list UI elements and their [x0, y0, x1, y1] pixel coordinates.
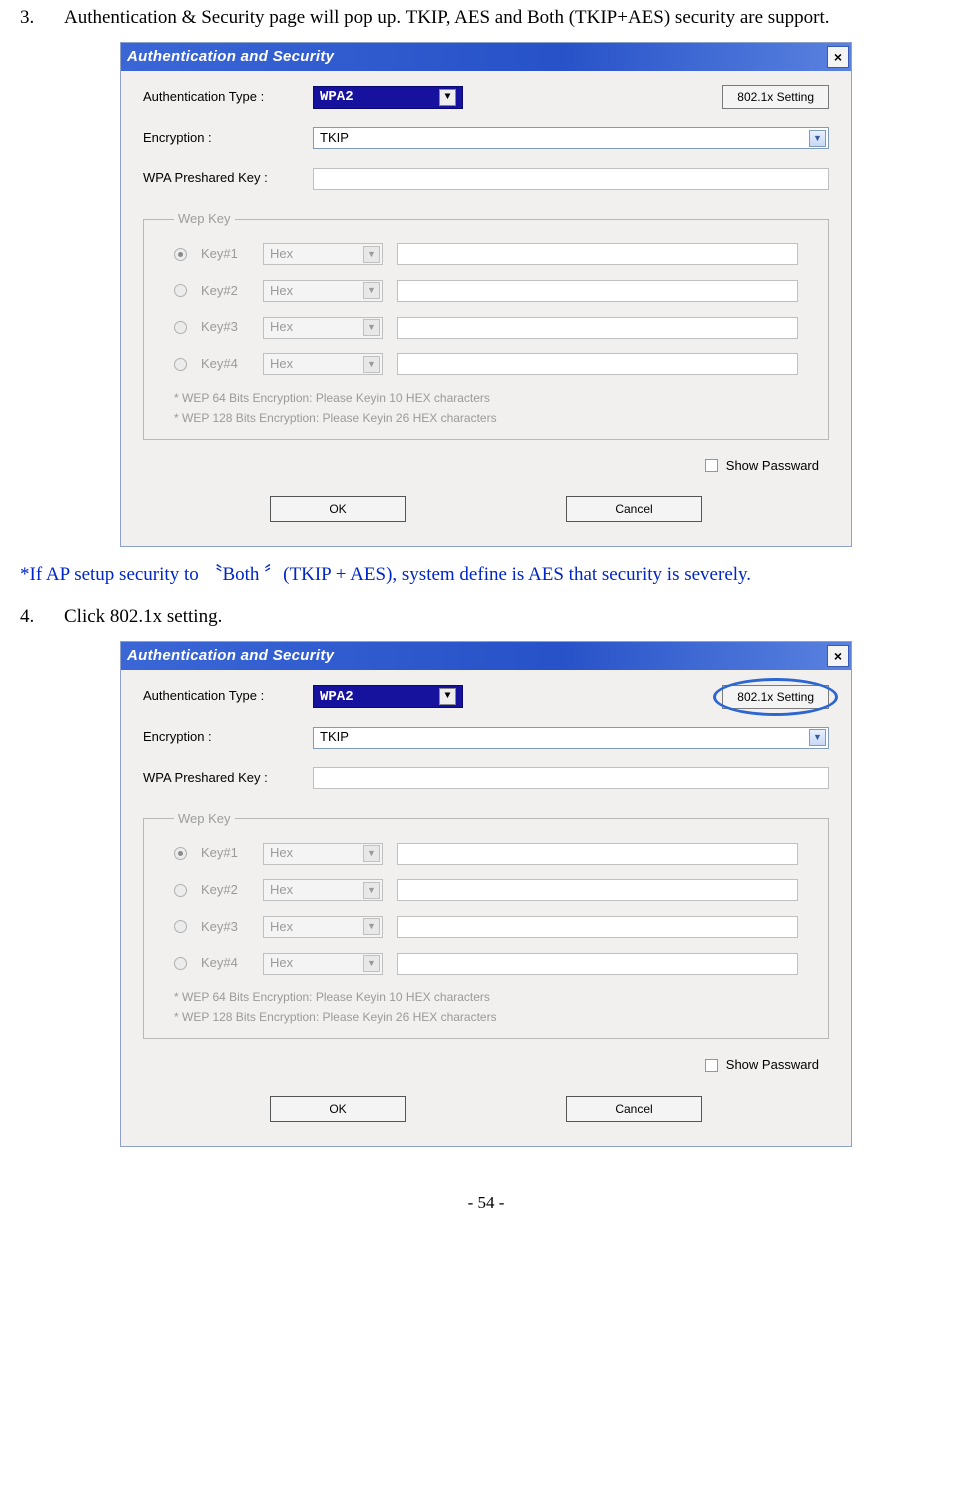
- ok-button[interactable]: OK: [270, 1096, 406, 1122]
- chevron-down-icon: ▼: [363, 356, 380, 373]
- chevron-down-icon: ▼: [363, 955, 380, 972]
- wep-key1-format: Hex▼: [263, 843, 383, 865]
- page-number: - 54 -: [20, 1187, 952, 1219]
- wep-key3-radio: [174, 920, 187, 933]
- wep-key3-label: Key#3: [201, 315, 249, 340]
- wep-key2-radio: [174, 284, 187, 297]
- step-3-text: Authentication & Security page will pop …: [64, 0, 952, 36]
- wep-key4-input: [397, 953, 798, 975]
- step-3-number: 3.: [20, 0, 40, 36]
- wep-key3-format: Hex▼: [263, 317, 383, 339]
- wep-key3-input: [397, 317, 798, 339]
- wep-key3-radio: [174, 321, 187, 334]
- wep-hint-64: * WEP 64 Bits Encryption: Please Keyin 1…: [174, 389, 798, 407]
- wep-legend: Wep Key: [174, 807, 235, 832]
- titlebar: Authentication and Security ×: [121, 43, 851, 71]
- wep-key2-format: Hex▼: [263, 879, 383, 901]
- authtype-value: WPA2: [320, 84, 354, 111]
- wep-key4-input: [397, 353, 798, 375]
- wep-key4-radio: [174, 358, 187, 371]
- step-3: 3. Authentication & Security page will p…: [20, 0, 952, 36]
- close-icon[interactable]: ×: [827, 46, 849, 68]
- wep-key1-radio: [174, 248, 187, 261]
- authtype-label: Authentication Type :: [143, 684, 313, 709]
- wep-key1-input: [397, 243, 798, 265]
- wep-key2-radio: [174, 884, 187, 897]
- wep-key4-label: Key#4: [201, 352, 249, 377]
- wep-key1-format: Hex▼: [263, 243, 383, 265]
- wep-key1-radio: [174, 847, 187, 860]
- wep-key3-input: [397, 916, 798, 938]
- wep-key-group: Wep Key Key#1 Hex▼ Key#2 Hex▼: [143, 807, 829, 1039]
- psk-label: WPA Preshared Key :: [143, 166, 313, 191]
- encryption-label: Encryption :: [143, 126, 313, 151]
- auth-security-dialog-1: Authentication and Security × Authentica…: [120, 42, 852, 547]
- note-text: *If AP setup security to 〝Both 〞(TKIP + …: [20, 557, 952, 593]
- step-4-text: Click 802.1x setting.: [64, 599, 952, 635]
- chevron-down-icon: ▼: [363, 845, 380, 862]
- wep-legend: Wep Key: [174, 207, 235, 232]
- wep-hint-128: * WEP 128 Bits Encryption: Please Keyin …: [174, 1008, 798, 1026]
- encryption-label: Encryption :: [143, 725, 313, 750]
- cancel-button[interactable]: Cancel: [566, 1096, 702, 1122]
- wep-key2-input: [397, 280, 798, 302]
- wep-key2-input: [397, 879, 798, 901]
- wep-key2-label: Key#2: [201, 878, 249, 903]
- wep-hint-64: * WEP 64 Bits Encryption: Please Keyin 1…: [174, 988, 798, 1006]
- show-password-checkbox[interactable]: [705, 459, 718, 472]
- show-password-label: Show Passward: [726, 1053, 819, 1078]
- wep-hint-128: * WEP 128 Bits Encryption: Please Keyin …: [174, 409, 798, 427]
- wep-key4-format: Hex▼: [263, 953, 383, 975]
- chevron-down-icon: ▼: [439, 89, 456, 106]
- wep-key3-format: Hex▼: [263, 916, 383, 938]
- cancel-button[interactable]: Cancel: [566, 496, 702, 522]
- authtype-select[interactable]: WPA2 ▼: [313, 86, 463, 109]
- wep-key4-radio: [174, 957, 187, 970]
- wep-key3-label: Key#3: [201, 915, 249, 940]
- encryption-select[interactable]: TKIP ▼: [313, 127, 829, 149]
- close-icon[interactable]: ×: [827, 645, 849, 667]
- encryption-select[interactable]: TKIP ▼: [313, 727, 829, 749]
- show-password-checkbox[interactable]: [705, 1059, 718, 1072]
- wep-key-group: Wep Key Key#1 Hex▼ Key#2 Hex▼: [143, 207, 829, 439]
- psk-label: WPA Preshared Key :: [143, 766, 313, 791]
- titlebar: Authentication and Security ×: [121, 642, 851, 670]
- chevron-down-icon: ▼: [363, 282, 380, 299]
- dialog-title: Authentication and Security: [127, 642, 334, 671]
- ok-button[interactable]: OK: [270, 496, 406, 522]
- wep-key2-format: Hex▼: [263, 280, 383, 302]
- chevron-down-icon: ▼: [439, 688, 456, 705]
- chevron-down-icon: ▼: [363, 246, 380, 263]
- 8021x-setting-button[interactable]: 802.1x Setting: [722, 85, 829, 109]
- wep-key4-label: Key#4: [201, 951, 249, 976]
- step-4: 4. Click 802.1x setting.: [20, 599, 952, 635]
- psk-input[interactable]: [313, 767, 829, 789]
- auth-security-dialog-2: Authentication and Security × Authentica…: [120, 641, 852, 1146]
- chevron-down-icon: ▼: [809, 130, 826, 147]
- authtype-select[interactable]: WPA2 ▼: [313, 685, 463, 708]
- chevron-down-icon: ▼: [363, 882, 380, 899]
- show-password-label: Show Passward: [726, 454, 819, 479]
- step-4-number: 4.: [20, 599, 40, 635]
- authtype-label: Authentication Type :: [143, 85, 313, 110]
- authtype-value: WPA2: [320, 684, 354, 711]
- encryption-value: TKIP: [320, 126, 349, 151]
- wep-key1-label: Key#1: [201, 841, 249, 866]
- psk-input[interactable]: [313, 168, 829, 190]
- wep-key4-format: Hex▼: [263, 353, 383, 375]
- chevron-down-icon: ▼: [809, 729, 826, 746]
- wep-key1-label: Key#1: [201, 242, 249, 267]
- wep-key2-label: Key#2: [201, 279, 249, 304]
- encryption-value: TKIP: [320, 725, 349, 750]
- wep-key1-input: [397, 843, 798, 865]
- chevron-down-icon: ▼: [363, 918, 380, 935]
- 8021x-setting-button[interactable]: 802.1x Setting: [722, 685, 829, 709]
- dialog-title: Authentication and Security: [127, 43, 334, 72]
- chevron-down-icon: ▼: [363, 319, 380, 336]
